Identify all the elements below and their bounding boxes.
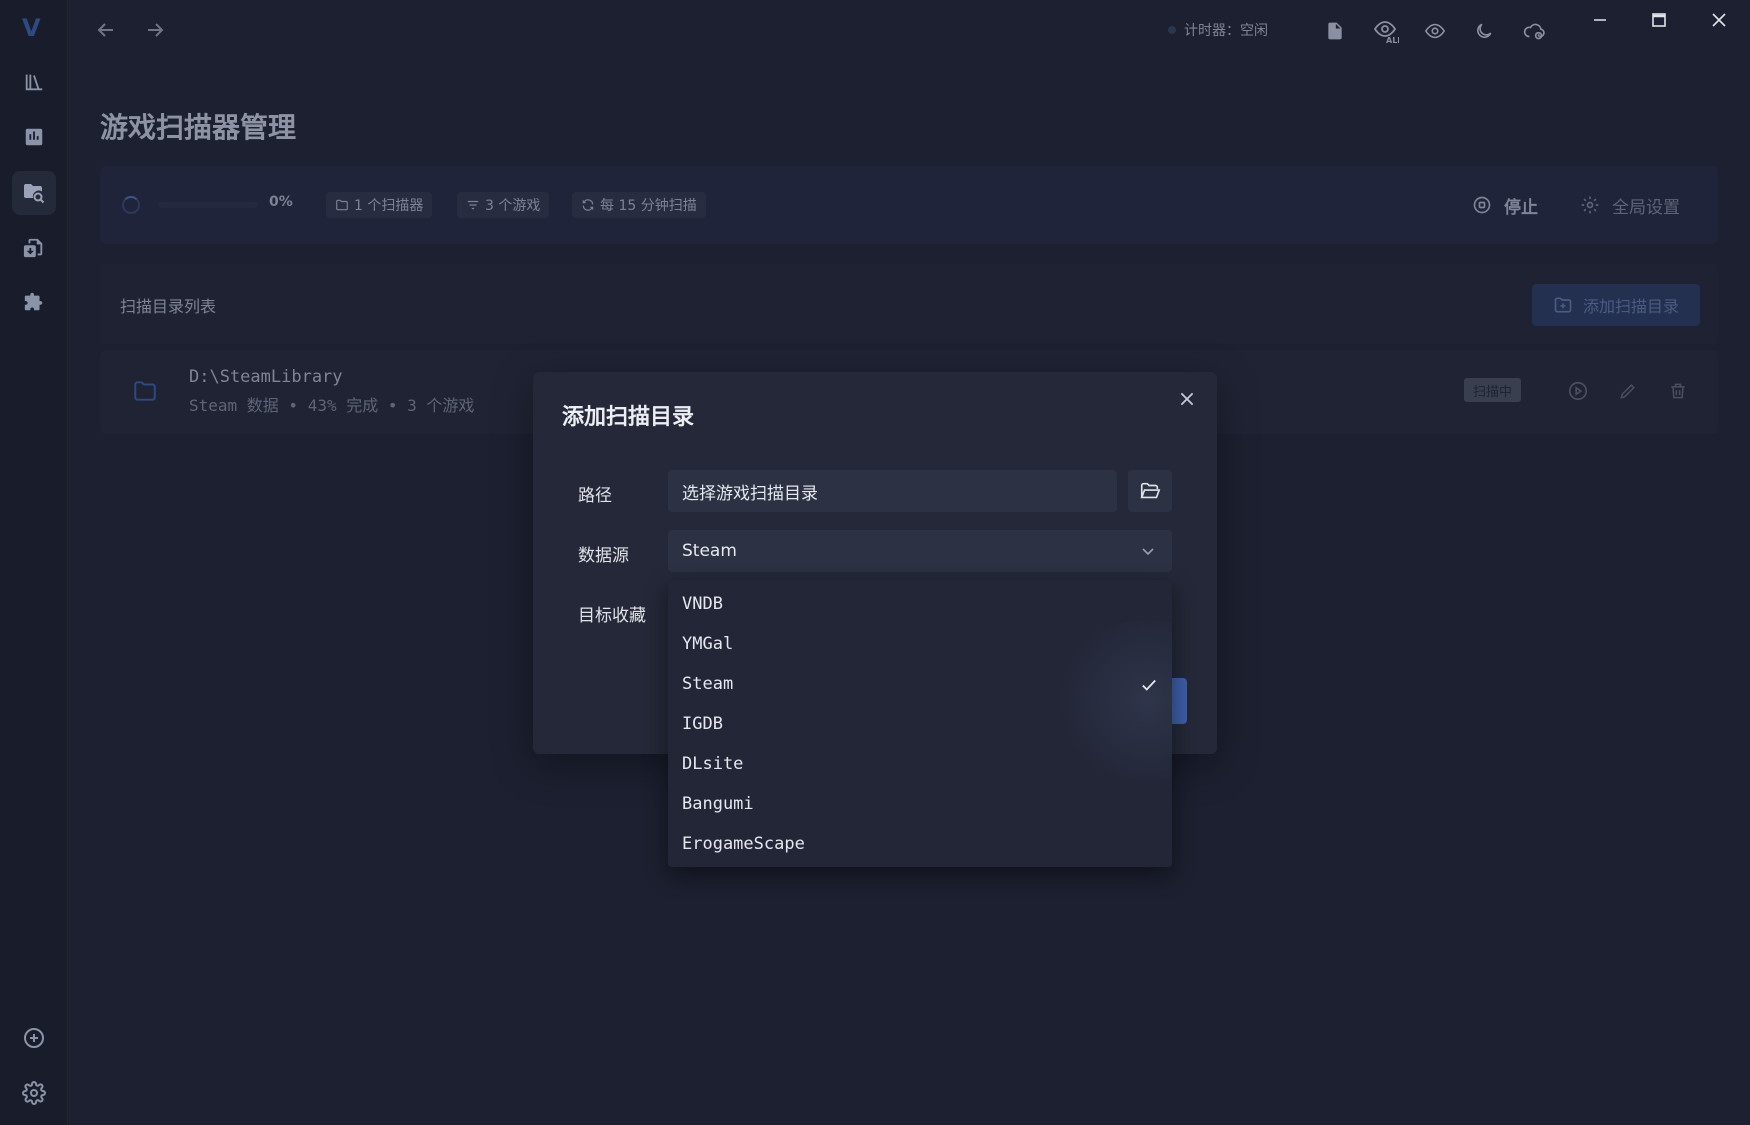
target-collection-label: 目标收藏 [578,606,646,626]
scanner-icon[interactable] [20,179,48,207]
gear-icon [1581,196,1599,214]
source-option-steam[interactable]: Steam [668,664,1172,704]
timer-status: 计时器：空闲 [1168,18,1268,42]
add-scan-dir-button[interactable]: 添加扫描目录 [1532,284,1700,326]
source-select[interactable]: Steam [668,530,1172,572]
chip-games-label: 3 个游戏 [485,198,541,214]
settings-gear-icon[interactable] [20,1079,48,1107]
page-title: 游戏扫描器管理 [100,111,297,144]
source-dropdown-menu: VNDB YMGal Steam IGDB DLsite Bangumi Ero… [668,580,1172,867]
source-option-ymgal[interactable]: YMGal [668,624,1172,664]
source-option-bangumi[interactable]: Bangumi [668,784,1172,824]
scan-progress-bar [158,202,258,208]
loading-spinner-icon [122,196,140,214]
source-option-igdb[interactable]: IGDB [668,704,1172,744]
check-icon [1142,679,1156,691]
modal-close-icon[interactable] [1178,390,1198,410]
library-icon[interactable] [20,68,48,96]
cloud-sync-icon[interactable] [1521,18,1547,44]
plugin-icon[interactable] [20,288,48,316]
chip-scanners: 1 个扫描器 [326,192,433,218]
status-badge: 扫描中 [1464,378,1522,402]
path-label: 路径 [578,486,612,506]
import-icon[interactable] [20,234,48,262]
source-select-value: Steam [682,541,737,561]
close-window-icon[interactable] [1707,8,1731,32]
source-label: 数据源 [578,546,629,566]
source-option-erogamescape[interactable]: ErogameScape [668,824,1172,864]
path-input[interactable]: 选择游戏扫描目录 [668,470,1117,512]
stats-icon[interactable] [20,123,48,151]
browse-folder-button[interactable] [1128,470,1172,512]
source-option-dlsite[interactable]: DLsite [668,744,1172,784]
global-settings-button[interactable]: 全局设置 [1580,190,1680,220]
stop-button[interactable]: 停止 [1472,190,1538,220]
chip-interval: 每 15 分钟扫描 [572,192,706,218]
play-icon[interactable] [1565,378,1591,404]
folder-icon [132,378,158,404]
svg-text:ALL: ALL [1386,36,1399,44]
modal-title: 添加扫描目录 [562,405,695,430]
trash-icon[interactable] [1665,378,1691,404]
minimize-icon[interactable] [1588,8,1612,32]
stop-circle-icon [1473,196,1491,214]
folder-plus-icon [1554,297,1572,313]
stop-button-label: 停止 [1504,197,1538,218]
scan-dir-list-header [100,264,1718,344]
moon-icon[interactable] [1471,18,1497,44]
chip-interval-label: 每 15 分钟扫描 [600,198,697,214]
source-option-steam-label: Steam [682,674,734,694]
sidebar: V [0,0,68,1125]
chip-scanners-label: 1 个扫描器 [354,198,424,214]
back-arrow-icon[interactable] [94,18,118,42]
forward-arrow-icon[interactable] [143,18,167,42]
chevron-down-icon [1142,548,1154,556]
edit-pencil-icon[interactable] [1615,378,1641,404]
add-scan-dir-label: 添加扫描目录 [1582,297,1679,316]
folder-icon [336,199,348,211]
scan-dir-meta: Steam 数据 • 43% 完成 • 3 个游戏 [189,396,475,415]
folder-open-icon [1140,482,1161,499]
add-circle-icon[interactable] [20,1024,48,1052]
eye-icon[interactable] [1422,18,1448,44]
app-logo: V [22,14,41,42]
scan-dir-path: D:\SteamLibrary [189,367,343,387]
document-icon[interactable] [1322,18,1348,44]
scan-dir-list-title: 扫描目录列表 [120,297,217,316]
refresh-icon [582,199,594,211]
maximize-icon[interactable] [1647,8,1671,32]
timer-dot [1168,26,1176,34]
global-settings-label: 全局设置 [1612,197,1680,218]
timer-text: 计时器：空闲 [1184,23,1268,39]
chip-games: 3 个游戏 [457,192,550,218]
filter-icon [467,200,479,210]
source-option-vndb[interactable]: VNDB [668,584,1172,624]
progress-percent: 0% [269,194,293,210]
eye-all-icon[interactable]: ALL [1373,18,1399,44]
